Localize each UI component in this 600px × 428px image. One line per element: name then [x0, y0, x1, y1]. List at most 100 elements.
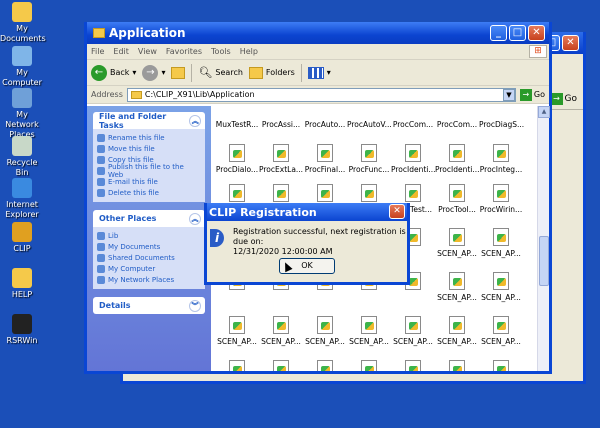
file-item[interactable]: SCEN_EC... [479, 360, 523, 371]
file-item[interactable]: ProcAutoV... [347, 120, 392, 129]
menu-help[interactable]: Help [240, 47, 258, 56]
file-item[interactable]: ProcInteg... [479, 144, 523, 174]
file-icon [493, 228, 509, 246]
folder-icon [130, 90, 142, 99]
file-item[interactable]: ProcCom... [391, 120, 435, 129]
vertical-scrollbar[interactable]: ▲ [537, 106, 550, 371]
details-header[interactable]: Details ︾ [93, 297, 205, 314]
dialog-titlebar[interactable]: CLIP Registration ✕ [207, 203, 407, 221]
registration-dialog[interactable]: CLIP Registration ✕ i Registration succe… [204, 203, 410, 285]
rsrwin-icon[interactable]: RSRWin [0, 314, 44, 346]
file-task-item[interactable]: Publish this file to the Web [97, 163, 201, 179]
other-places-list: Lib My Documents Shared Documents My Comput… [93, 227, 205, 289]
file-item[interactable]: SCEN_AP... [435, 316, 479, 346]
scroll-up-arrow[interactable]: ▲ [538, 106, 550, 118]
file-item[interactable]: ProcExtLa... [259, 144, 303, 174]
back-button[interactable]: ← Back ▾ [91, 64, 136, 81]
file-item[interactable]: ProcWirin... [479, 184, 523, 214]
my-documents-icon[interactable]: My Documents [0, 2, 46, 44]
file-item[interactable]: ProcAssi... [259, 120, 303, 129]
other-place-item[interactable]: My Documents [97, 241, 201, 252]
file-item[interactable]: SCEN_AP... [391, 316, 435, 346]
file-item[interactable]: ProcTool... [435, 184, 479, 214]
address-bar: Address C:\CLIP_X91\Lib\Application ▼ → … [87, 86, 549, 104]
file-item[interactable]: ProcIdenti... [435, 144, 480, 174]
file-item[interactable]: SCEN_AP... [479, 316, 523, 346]
file-item[interactable]: SCEN_AP... [215, 360, 259, 371]
other-place-item[interactable]: My Network Places [97, 274, 201, 285]
menu-view[interactable]: View [138, 47, 157, 56]
close-button[interactable]: ✕ [528, 25, 545, 41]
expand-icon[interactable]: ︾ [189, 299, 201, 312]
address-field[interactable]: C:\CLIP_X91\Lib\Application ▼ [126, 87, 516, 102]
file-tasks-header[interactable]: File and Folder Tasks ︽ [93, 112, 205, 130]
file-item[interactable]: SCEN_AP... [479, 228, 523, 258]
address-dropdown-button[interactable]: ▼ [502, 88, 515, 101]
menu-tools[interactable]: Tools [211, 47, 231, 56]
file-item[interactable]: SCEN_AP... [259, 316, 303, 346]
scroll-thumb[interactable] [539, 236, 549, 286]
file-icon [449, 228, 465, 246]
file-item[interactable]: SCEN_AP... [347, 316, 391, 346]
collapse-icon[interactable]: ︽ [189, 114, 201, 127]
window-titlebar[interactable]: Application _ □ ✕ [87, 22, 549, 44]
file-icon [449, 272, 465, 290]
file-item[interactable]: ProcCom... [435, 120, 479, 129]
other-place-item[interactable]: My Computer [97, 263, 201, 274]
my-network-places-icon[interactable]: My Network Places [0, 88, 44, 140]
folders-button[interactable]: Folders [248, 66, 295, 79]
file-item[interactable]: ProcFunc... [347, 144, 391, 174]
internet-explorer-icon[interactable]: Internet Explorer [0, 178, 44, 220]
menu-edit[interactable]: Edit [113, 47, 129, 56]
file-item[interactable]: SCEN_AP... [303, 316, 347, 346]
menu-favorites[interactable]: Favorites [166, 47, 202, 56]
file-item[interactable]: SCEN_AP... [435, 228, 479, 258]
my-computer-icon[interactable]: My Computer [0, 46, 44, 88]
file-item[interactable]: ProcDiagS... [479, 120, 524, 129]
file-item[interactable]: SCEN_AP... [259, 360, 303, 371]
file-item[interactable]: SCEN_AP... [215, 316, 259, 346]
info-icon: i [210, 229, 224, 247]
other-places-header[interactable]: Other Places ︽ [93, 210, 205, 227]
views-button[interactable]: ▾ [307, 66, 331, 79]
file-icon [317, 144, 333, 162]
other-place-item[interactable]: Lib [97, 230, 201, 241]
file-item[interactable]: SCEN_EC... [391, 360, 435, 371]
file-item[interactable]: SCEN_CO... [347, 360, 391, 371]
file-icon [493, 144, 509, 162]
file-item[interactable]: SCEN_CM... [303, 360, 347, 371]
other-places-panel: Other Places ︽ Lib My Documents Shared Doc… [93, 210, 205, 289]
file-item[interactable]: SCEN_AP... [435, 272, 479, 302]
file-item[interactable]: SCEN_AP... [479, 272, 523, 302]
recycle-bin-icon[interactable]: Recycle Bin [0, 136, 44, 178]
forward-button[interactable]: → ▾ [142, 64, 166, 81]
other-place-item[interactable]: Shared Documents [97, 252, 201, 263]
close-button[interactable]: ✕ [562, 35, 579, 51]
clip-icon[interactable]: CLIP [0, 222, 44, 254]
dialog-close-button[interactable]: ✕ [389, 204, 405, 219]
file-task-item[interactable]: Rename this file [97, 132, 201, 143]
file-item[interactable]: SCEN_EC... [435, 360, 479, 371]
file-item[interactable]: MuxTestR... [215, 120, 259, 129]
help-folder-icon[interactable]: HELP [0, 268, 44, 300]
file-task-item[interactable]: Delete this file [97, 187, 201, 198]
forward-arrow-icon: → [142, 64, 159, 81]
file-task-item[interactable]: Move this file [97, 143, 201, 154]
go-button[interactable]: → Go [519, 88, 549, 101]
file-item[interactable]: ProcFinal... [303, 144, 347, 174]
maximize-button[interactable]: □ [509, 25, 526, 41]
file-item[interactable]: ProcDialo... [215, 144, 259, 174]
minimize-button[interactable]: _ [490, 25, 507, 41]
collapse-icon[interactable]: ︽ [189, 212, 201, 225]
background-go-button[interactable]: → Go [550, 93, 581, 105]
up-folder-icon [171, 66, 186, 79]
file-icon [449, 144, 465, 162]
file-item[interactable]: ProcAuto... [303, 120, 347, 129]
menu-file[interactable]: File [91, 47, 104, 56]
search-button[interactable]: 🔍︎ Search [198, 66, 242, 79]
file-item[interactable]: ProcIdenti... [391, 144, 436, 174]
explorer-window[interactable]: Application _ □ ✕ File Edit View Favorites T… [84, 22, 552, 374]
up-folder-button[interactable] [171, 66, 186, 79]
file-icon [493, 272, 509, 290]
chevron-down-icon: ▾ [161, 68, 166, 77]
